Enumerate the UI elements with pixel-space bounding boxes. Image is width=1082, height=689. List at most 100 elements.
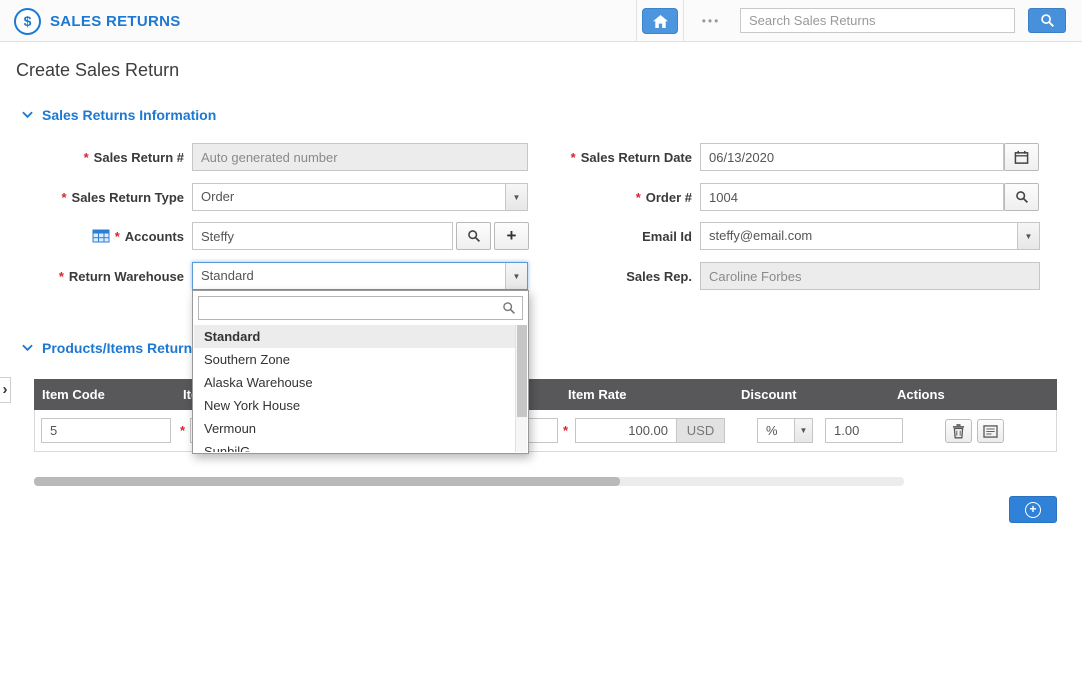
col-item-rate: Item Rate bbox=[568, 379, 627, 410]
plus-circle-icon: + bbox=[1025, 502, 1041, 518]
sales-return-no-label: * Sales Return # bbox=[0, 150, 192, 165]
warehouse-dropdown-panel: StandardSouthern ZoneAlaska WarehouseNew… bbox=[192, 290, 529, 454]
app-title: SALES RETURNS bbox=[50, 13, 181, 30]
selected-value: Order bbox=[193, 184, 527, 210]
warehouse-option[interactable]: Alaska Warehouse bbox=[194, 371, 515, 394]
home-icon bbox=[652, 14, 669, 29]
table-row: * * USD % ▼ bbox=[34, 410, 1057, 452]
trash-icon bbox=[952, 424, 965, 439]
order-no-input[interactable] bbox=[700, 183, 1004, 211]
add-item-row-button[interactable]: + bbox=[1009, 496, 1057, 523]
dollar-icon: $ bbox=[14, 8, 41, 35]
section-title: Sales Returns Information bbox=[42, 107, 216, 123]
chevron-down-icon bbox=[22, 111, 33, 119]
sales-return-date-label: * Sales Return Date bbox=[540, 150, 700, 165]
required-mark: * bbox=[636, 190, 641, 205]
home-button[interactable] bbox=[642, 8, 678, 34]
required-mark: * bbox=[571, 150, 576, 165]
global-search-input[interactable] bbox=[740, 8, 1015, 33]
left-panel-expander[interactable]: › bbox=[0, 377, 11, 403]
chevron-down-icon[interactable]: ▼ bbox=[1017, 223, 1039, 249]
field-row: * Sales Return Type Order ▼ bbox=[0, 183, 528, 211]
field-row: * Sales Return Date bbox=[540, 143, 1039, 171]
warehouse-option-list: StandardSouthern ZoneAlaska WarehouseNew… bbox=[194, 325, 515, 452]
col-item-code: Item Code bbox=[42, 379, 105, 410]
chevron-down-icon[interactable]: ▼ bbox=[505, 263, 527, 289]
items-table-header: Item Code Item Name Item Rate Discount A… bbox=[34, 379, 1057, 410]
selected-value: steffy@email.com bbox=[701, 223, 1039, 249]
search-icon bbox=[1040, 13, 1055, 28]
required-mark: * bbox=[61, 190, 66, 205]
app-window: $ SALES RETURNS ••• Create Sales Return … bbox=[0, 0, 1082, 689]
field-row: * Return Warehouse Standard ▼ bbox=[0, 262, 528, 290]
email-id-select[interactable]: steffy@email.com ▼ bbox=[700, 222, 1040, 250]
global-search-button[interactable] bbox=[1028, 8, 1066, 33]
accounts-input[interactable] bbox=[192, 222, 453, 250]
currency-label: USD bbox=[677, 418, 725, 443]
plus-icon: + bbox=[507, 226, 517, 246]
warehouse-option[interactable]: New York House bbox=[194, 394, 515, 417]
sales-rep-label: Sales Rep. bbox=[540, 269, 700, 284]
return-warehouse-select[interactable]: Standard ▼ bbox=[192, 262, 528, 290]
field-row: Email Id steffy@email.com ▼ bbox=[540, 222, 1040, 250]
section-products-items-returned[interactable]: Products/Items Returned bbox=[22, 340, 208, 356]
field-row: * Accounts + bbox=[0, 222, 529, 250]
sales-return-type-label: * Sales Return Type bbox=[0, 190, 192, 205]
accounts-table-icon bbox=[92, 229, 110, 243]
dropdown-scrollbar[interactable] bbox=[515, 325, 527, 452]
home-button-wrap bbox=[636, 0, 684, 42]
order-lookup-button[interactable] bbox=[1004, 183, 1039, 211]
chevron-down-icon bbox=[22, 344, 33, 352]
warehouse-option[interactable]: Standard bbox=[194, 325, 515, 348]
delete-row-button[interactable] bbox=[945, 419, 972, 443]
warehouse-option[interactable]: Vermoun bbox=[194, 417, 515, 440]
field-row: * Order # bbox=[540, 183, 1039, 211]
required-mark: * bbox=[563, 423, 568, 438]
notes-icon bbox=[983, 425, 998, 438]
scrollbar-thumb[interactable] bbox=[34, 477, 620, 486]
items-table: Item Code Item Name Item Rate Discount A… bbox=[34, 379, 1057, 452]
sales-return-date-input[interactable] bbox=[700, 143, 1004, 171]
page-title: Create Sales Return bbox=[16, 60, 179, 81]
search-icon bbox=[1015, 190, 1029, 204]
field-row: Sales Rep. bbox=[540, 262, 1040, 290]
required-mark: * bbox=[84, 150, 89, 165]
accounts-label: * Accounts bbox=[0, 229, 192, 244]
warehouse-search-input[interactable] bbox=[198, 296, 523, 320]
brand: $ SALES RETURNS bbox=[14, 0, 181, 42]
more-menu-icon[interactable]: ••• bbox=[690, 0, 732, 42]
item-code-input bbox=[41, 418, 171, 443]
section-sales-returns-information[interactable]: Sales Returns Information bbox=[22, 107, 216, 123]
top-bar: $ SALES RETURNS ••• bbox=[0, 0, 1082, 42]
chevron-right-icon: › bbox=[3, 381, 8, 398]
col-actions: Actions bbox=[897, 379, 945, 410]
chevron-down-icon[interactable]: ▼ bbox=[794, 419, 812, 442]
warehouse-option[interactable]: SunbilG bbox=[194, 440, 515, 452]
item-rate-input[interactable] bbox=[575, 418, 677, 443]
calendar-icon bbox=[1014, 150, 1029, 165]
selected-value: Standard bbox=[193, 263, 527, 289]
email-id-label: Email Id bbox=[540, 229, 700, 244]
warehouse-option[interactable]: Southern Zone bbox=[194, 348, 515, 371]
col-discount: Discount bbox=[741, 379, 797, 410]
return-warehouse-label: * Return Warehouse bbox=[0, 269, 192, 284]
accounts-lookup-button[interactable] bbox=[456, 222, 491, 250]
required-mark: * bbox=[180, 423, 185, 438]
calendar-button[interactable] bbox=[1004, 143, 1039, 171]
discount-value-input[interactable] bbox=[825, 418, 903, 443]
row-notes-button[interactable] bbox=[977, 419, 1004, 443]
discount-unit-select[interactable]: % ▼ bbox=[757, 418, 813, 443]
order-no-label: * Order # bbox=[540, 190, 700, 205]
required-mark: * bbox=[115, 229, 120, 244]
sales-return-type-select[interactable]: Order ▼ bbox=[192, 183, 528, 211]
field-row: * Sales Return # bbox=[0, 143, 528, 171]
scrollbar-thumb[interactable] bbox=[517, 325, 527, 417]
search-icon bbox=[502, 301, 516, 315]
chevron-down-icon[interactable]: ▼ bbox=[505, 184, 527, 210]
search-icon bbox=[467, 229, 481, 243]
table-horizontal-scrollbar[interactable] bbox=[34, 477, 904, 486]
sales-return-no-input bbox=[192, 143, 528, 171]
required-mark: * bbox=[59, 269, 64, 284]
add-account-button[interactable]: + bbox=[494, 222, 529, 250]
section-title: Products/Items Returned bbox=[42, 340, 208, 356]
